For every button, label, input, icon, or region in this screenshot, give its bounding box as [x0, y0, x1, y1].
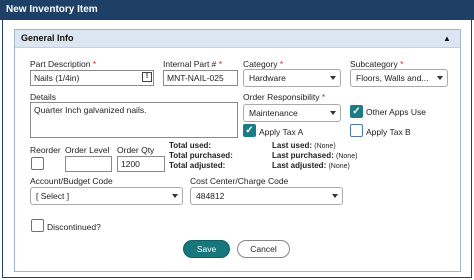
chevron-down-icon [332, 194, 338, 198]
discontinued-checkbox[interactable] [31, 219, 44, 232]
account-budget-select[interactable]: [ Select ] [30, 187, 183, 205]
last-used: Last used: (None) [272, 141, 336, 150]
internal-part-label: Internal Part # * [163, 59, 223, 69]
last-adjusted: Last adjusted: (None) [272, 161, 350, 170]
check-icon: ✓ [352, 106, 361, 117]
reorder-checkbox[interactable] [31, 157, 44, 170]
part-description-input[interactable]: Nails (1/4in) [30, 70, 154, 86]
other-apps-use-checkbox[interactable]: ✓ [350, 105, 363, 118]
section-title[interactable]: General Info [15, 30, 460, 48]
details-label: Details [30, 92, 56, 102]
part-description-label: Part Description * [30, 59, 97, 69]
total-adjusted: Total adjusted: [169, 161, 226, 170]
order-level-label: Order Level [65, 145, 110, 155]
chevron-down-icon [172, 194, 178, 198]
total-purchased: Total purchased: [169, 151, 233, 160]
internal-part-input[interactable]: MNT-NAIL-025 [163, 70, 238, 86]
account-budget-label: Account/Budget Code [30, 176, 113, 186]
order-responsibility-label: Order Responsibility * [243, 92, 326, 102]
total-used: Total used: [169, 141, 212, 150]
subcategory-select[interactable]: Floors, Walls and... [350, 69, 448, 87]
collapse-icon[interactable]: ▲ [437, 31, 457, 46]
cost-center-select[interactable]: 484812 [190, 187, 343, 205]
discontinued-label: Discontinued? [47, 222, 101, 232]
check-icon: ✓ [245, 125, 254, 136]
save-button[interactable]: Save [183, 240, 230, 258]
apply-tax-b-checkbox[interactable] [350, 124, 363, 137]
lookup-icon[interactable]: ! [142, 72, 152, 82]
order-responsibility-select[interactable]: Maintenance [243, 104, 341, 122]
apply-tax-a-checkbox[interactable]: ✓ [243, 124, 256, 137]
order-qty-label: Order Qty [117, 145, 155, 155]
window-title: New Inventory Item [0, 0, 474, 20]
chevron-down-icon [330, 76, 336, 80]
apply-tax-a-label: Apply Tax A [259, 127, 304, 137]
reorder-label: Reorder [30, 145, 61, 155]
details-textarea[interactable]: Quarter Inch galvanized nails. [30, 102, 238, 138]
category-select[interactable]: Hardware [243, 69, 341, 87]
category-label: Category * [243, 59, 284, 69]
cost-center-label: Cost Center/Charge Code [190, 176, 289, 186]
cancel-button[interactable]: Cancel [237, 240, 290, 258]
chevron-down-icon [330, 111, 336, 115]
chevron-down-icon [437, 76, 443, 80]
last-purchased: Last purchased: (None) [272, 151, 358, 160]
order-qty-input[interactable]: 1200 [117, 156, 165, 172]
apply-tax-b-label: Apply Tax B [366, 127, 411, 137]
order-level-input[interactable] [65, 156, 112, 172]
other-apps-use-label: Other Apps Use [366, 107, 427, 117]
subcategory-label: Subcategory * [350, 59, 404, 69]
